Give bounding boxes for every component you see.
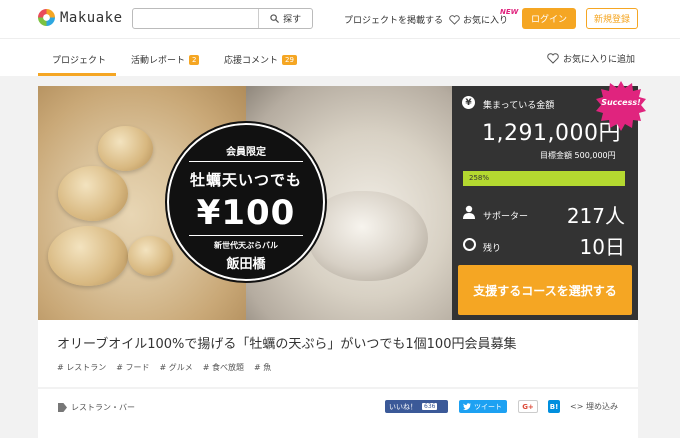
hatena-bookmark-button[interactable]: B! (548, 400, 560, 413)
tempura-piece (58, 166, 128, 221)
promo-price: ¥100 (196, 193, 296, 233)
add-favorite-label: お気に入りに追加 (563, 55, 636, 65)
goal-amount: 目標金額 500,000円 (540, 151, 616, 160)
twitter-icon (463, 403, 471, 410)
tempura-piece (98, 126, 153, 171)
site-header: Makuake 探す プロジェクトを掲載する お気に入り NEW ログイン 新規… (0, 0, 680, 38)
like-count: 636 (422, 403, 438, 410)
facebook-like-button[interactable]: いいね！ 636 (385, 400, 448, 413)
promo-headline: 牡蠣天いつでも (189, 171, 302, 189)
search-button[interactable]: 探す (258, 9, 312, 28)
tweet-button[interactable]: ツイート (459, 400, 507, 413)
tag-icon (58, 403, 67, 412)
remaining-days: 10日 (579, 235, 625, 259)
progress-bar-fill: 258% (463, 171, 625, 186)
progress-bar: 258% (463, 171, 625, 186)
tweet-label: ツイート (474, 402, 502, 411)
tag-link[interactable]: # 魚 (254, 362, 271, 373)
heart-icon (547, 53, 559, 64)
promo-divider (189, 161, 303, 162)
tag-link[interactable]: # レストラン (57, 362, 106, 373)
project-tags: # レストラン # フード # グルメ # 食べ放題 # 魚 (57, 362, 271, 373)
like-label: いいね！ (389, 402, 417, 411)
login-button[interactable]: ログイン (522, 8, 576, 29)
share-card (38, 389, 638, 438)
tab-activity-report-count: 2 (189, 54, 200, 65)
tempura-piece (48, 226, 128, 286)
project-title: オリーブオイル100%で揚げる「牡蠣の天ぷら」がいつでも1個100円会員募集 (57, 337, 517, 352)
choose-course-button[interactable]: 支援するコースを選択する (458, 265, 632, 315)
remaining-label: 残り (483, 244, 502, 254)
clock-icon (463, 238, 476, 251)
promo-divider (189, 235, 303, 236)
person-icon (463, 205, 475, 219)
active-tab-indicator (38, 73, 116, 76)
logo-text: Makuake (60, 9, 123, 26)
code-icon: <> (570, 402, 584, 411)
tab-activity-report[interactable]: 活動レポート 2 (131, 53, 200, 66)
tab-activity-report-label: 活動レポート (131, 56, 186, 66)
search-icon (270, 14, 280, 23)
category-link[interactable]: レストラン・バー (58, 402, 135, 413)
tab-comments[interactable]: 応援コメント 29 (224, 53, 297, 66)
supporters-count: 217人 (566, 204, 625, 228)
search-box: 探す (132, 8, 313, 29)
tab-project-label: プロジェクト (52, 56, 107, 66)
embed-label: 埋め込み (585, 402, 618, 411)
post-project-link[interactable]: プロジェクトを掲載する (344, 13, 443, 26)
yen-icon: ¥ (462, 96, 475, 109)
tab-comments-label: 応援コメント (224, 56, 279, 66)
logo-icon (38, 9, 55, 26)
google-plus-button[interactable]: G+ (518, 400, 538, 413)
heart-icon (449, 14, 460, 25)
embed-button[interactable]: <> 埋め込み (570, 401, 618, 412)
signup-button[interactable]: 新規登録 (586, 8, 638, 29)
tab-project[interactable]: プロジェクト (52, 53, 106, 66)
oyster-meat (308, 191, 428, 281)
project-hero-image: 会員限定 牡蠣天いつでも ¥100 新世代天ぷらバル 飯田橋 (38, 86, 452, 320)
tag-link[interactable]: # グルメ (160, 362, 193, 373)
raised-label: 集まっている金額 (483, 101, 555, 111)
supporters-label: サポーター (483, 212, 529, 222)
project-info-card (38, 320, 638, 387)
makuake-logo[interactable]: Makuake (38, 9, 123, 26)
success-badge: Success! (601, 98, 641, 107)
tag-link[interactable]: # フード (116, 362, 149, 373)
promo-place: 飯田橋 (226, 257, 266, 272)
add-favorite-button[interactable]: お気に入りに追加 (547, 52, 635, 65)
category-label: レストラン・バー (71, 403, 135, 412)
promo-members-only: 会員限定 (226, 147, 266, 158)
promo-circle: 会員限定 牡蠣天いつでも ¥100 新世代天ぷらバル 飯田橋 (165, 121, 327, 283)
tempura-piece (128, 236, 173, 276)
tab-comments-count: 29 (282, 54, 297, 65)
promo-subtitle: 新世代天ぷらバル (214, 241, 278, 250)
tag-link[interactable]: # 食べ放題 (203, 362, 244, 373)
new-badge: NEW (500, 8, 519, 16)
search-button-label: 探す (283, 15, 302, 25)
search-input[interactable] (133, 9, 259, 28)
